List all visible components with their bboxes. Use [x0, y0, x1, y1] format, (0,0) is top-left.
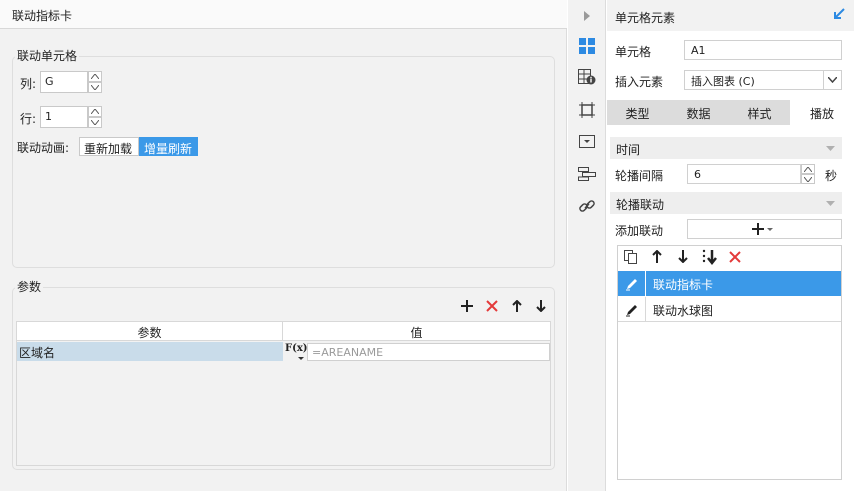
param-value-input[interactable]: =AREANAME — [307, 343, 550, 361]
edit-pencil-icon — [626, 305, 637, 317]
insert-element-value: 插入图表 (C) — [691, 75, 755, 88]
move-up-param-button[interactable] — [508, 297, 526, 315]
section-collapse-icon — [826, 146, 835, 151]
params-table: 参数 值 区域名 F(x) =AREANAME — [16, 321, 551, 466]
interval-spinner[interactable] — [801, 164, 815, 184]
chevron-down-icon[interactable] — [823, 71, 841, 89]
interval-unit: 秒 — [825, 169, 838, 183]
tab-type[interactable]: 类型 — [607, 100, 668, 125]
link-list: 联动指标卡 联动水球图 — [617, 245, 842, 480]
formula-icon[interactable]: F(x) — [285, 343, 308, 361]
list-item-label: 联动指标卡 — [653, 278, 714, 292]
row-spinner[interactable] — [88, 106, 102, 128]
insert-element-select[interactable]: 插入图表 (C) — [684, 70, 842, 90]
insert-element-label: 插入元素 — [615, 75, 664, 89]
table-row[interactable]: 区域名 F(x) =AREANAME — [17, 342, 550, 362]
link-section-title: 轮播联动 — [616, 198, 665, 212]
animation-option-incremental[interactable]: 增量刷新 — [139, 137, 198, 156]
link-section-header[interactable]: 轮播联动 — [610, 192, 842, 214]
cell-label: 单元格 — [615, 45, 652, 59]
list-item[interactable]: 联动指标卡 — [618, 271, 841, 296]
linked-cell-legend: 联动单元格 — [15, 47, 80, 64]
cell-element-grid-icon[interactable] — [577, 36, 597, 56]
params-legend: 参数 — [15, 278, 44, 295]
condition-format-icon[interactable] — [577, 164, 597, 184]
interval-label: 轮播间隔 — [615, 169, 664, 183]
row-label: 行: — [20, 112, 37, 126]
add-link-button[interactable] — [687, 219, 842, 239]
hyperlink-icon[interactable] — [577, 196, 597, 216]
side-toolbar — [568, 0, 606, 491]
time-section-title: 时间 — [616, 143, 641, 157]
row-input[interactable]: 1 — [40, 106, 88, 128]
right-panel: 单元格元素 单元格 A1 插入元素 插入图表 (C) 类型 数据 样式 播放 时… — [607, 0, 854, 491]
cell-input[interactable]: A1 — [684, 40, 842, 60]
collapse-arrow-icon[interactable] — [577, 6, 597, 26]
delete-link-button[interactable] — [729, 251, 743, 265]
cell-border-icon[interactable] — [577, 100, 597, 120]
time-section-header[interactable]: 时间 — [610, 137, 842, 159]
left-panel: 联动指标卡 联动单元格 列: G 行: 1 联动动画: 重新加载 增量刷新 参数… — [0, 0, 567, 491]
interval-input[interactable]: 6 — [687, 164, 801, 184]
spin-down-icon[interactable] — [801, 174, 815, 184]
cell-attribute-icon[interactable] — [577, 67, 597, 87]
spin-up-icon[interactable] — [88, 106, 102, 117]
column-header-value: 值 — [283, 322, 550, 341]
move-bottom-link-button[interactable] — [702, 249, 720, 267]
tab-data[interactable]: 数据 — [668, 100, 729, 125]
spin-up-icon[interactable] — [88, 71, 102, 82]
formula-icon-text: F(x) — [285, 343, 308, 354]
col-label: 列: — [20, 77, 37, 91]
move-down-param-button[interactable] — [532, 297, 550, 315]
section-collapse-icon — [826, 201, 835, 206]
right-panel-title: 单元格元素 — [615, 11, 676, 25]
animation-option-reload[interactable]: 重新加载 — [79, 137, 139, 156]
delete-param-button[interactable] — [483, 297, 501, 315]
move-down-link-button[interactable] — [678, 250, 692, 266]
dock-arrow-icon[interactable] — [833, 8, 847, 22]
right-panel-header: 单元格元素 — [607, 0, 854, 31]
animation-label: 联动动画: — [17, 141, 70, 155]
spin-down-icon[interactable] — [88, 117, 102, 128]
tab-style[interactable]: 样式 — [729, 100, 790, 125]
spin-up-icon[interactable] — [801, 164, 815, 174]
column-header-param: 参数 — [17, 322, 283, 341]
widget-dropdown-icon[interactable] — [577, 132, 597, 152]
list-item-label: 联动水球图 — [653, 304, 714, 318]
col-input[interactable]: G — [40, 71, 88, 93]
add-param-button[interactable] — [458, 297, 476, 315]
col-spinner[interactable] — [88, 71, 102, 93]
plus-dropdown-icon — [752, 223, 773, 235]
tab-play[interactable]: 播放 — [790, 100, 854, 125]
copy-link-button[interactable] — [624, 250, 640, 266]
list-item[interactable]: 联动水球图 — [618, 297, 841, 322]
add-link-label: 添加联动 — [615, 224, 664, 238]
move-up-link-button[interactable] — [652, 249, 666, 266]
spin-down-icon[interactable] — [88, 82, 102, 93]
panel-title: 联动指标卡 — [0, 0, 567, 29]
param-name-cell[interactable]: 区域名 — [17, 342, 283, 361]
edit-pencil-icon — [626, 279, 637, 291]
